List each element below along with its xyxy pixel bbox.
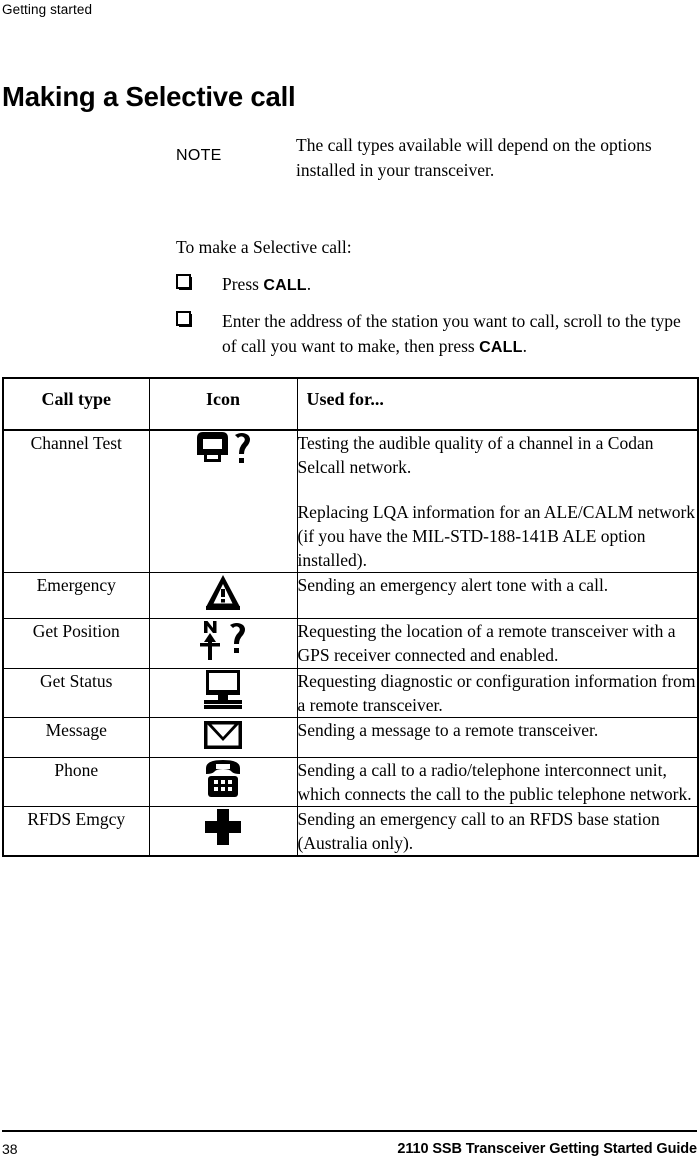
envelope-icon — [201, 718, 245, 757]
footer-divider — [2, 1130, 697, 1132]
medical-cross-icon — [203, 807, 243, 852]
steps-list: Press CALL. Enter the address of the sta… — [176, 272, 697, 367]
computer-monitor-icon — [198, 669, 248, 716]
telephone-icon — [200, 758, 246, 805]
intro-text: To make a Selective call: — [176, 237, 352, 257]
call-key-label: CALL — [263, 277, 307, 294]
cell-call-type: Channel Test — [2, 429, 150, 573]
warning-triangle-icon — [203, 573, 243, 618]
used-for-paragraph: Testing the audible quality of a channel… — [297, 433, 654, 477]
cell-used-for: Sending a call to a radio/telephone inte… — [296, 757, 699, 807]
compass-north-question-icon — [196, 619, 250, 668]
used-for-paragraph: Sending an emergency alert tone with a c… — [297, 575, 609, 595]
table-row: Phone Sending a call to a radio/telephon… — [2, 757, 699, 807]
cell-call-type: Get Position — [2, 618, 150, 669]
used-for-paragraph: Sending a message to a remote transceive… — [297, 720, 599, 740]
step-text-before: Enter the address of the station you wan… — [222, 311, 681, 356]
table-row: Message Sending a message to a remote tr… — [2, 717, 699, 758]
cell-icon — [148, 757, 298, 807]
list-item: Press CALL. — [176, 272, 697, 302]
cell-used-for: Requesting diagnostic or configuration i… — [296, 668, 699, 718]
column-header-used-for: Used for... — [296, 377, 699, 431]
table-row: RFDS Emgcy Sending an emergency call to … — [2, 806, 699, 857]
cell-icon — [148, 618, 298, 669]
footer-page-number: 38 — [2, 1141, 18, 1157]
call-types-table: Call type Icon Used for... Channel Test — [2, 377, 699, 857]
cell-used-for: Sending an emergency alert tone with a c… — [296, 572, 699, 619]
table-row: Channel Test Testing the audible quality — [2, 429, 699, 573]
cell-used-for: Requesting the location of a remote tran… — [296, 618, 699, 669]
list-item: Enter the address of the station you wan… — [176, 309, 697, 360]
page-title: Making a Selective call — [2, 81, 296, 113]
note-text: The call types available will depend on … — [296, 135, 652, 180]
square-bullet-icon — [176, 274, 192, 290]
table-row: Get Status Requesting diagnostic or conf — [2, 668, 699, 718]
used-for-paragraph: Replacing LQA information for an ALE/CAL… — [297, 502, 696, 570]
cell-icon — [148, 806, 298, 857]
cell-call-type: RFDS Emgcy — [2, 806, 150, 857]
cell-call-type: Get Status — [2, 668, 150, 718]
cell-icon — [148, 429, 298, 573]
used-for-paragraph: Requesting the location of a remote tran… — [297, 621, 676, 665]
step-text: Enter the address of the station you wan… — [222, 309, 697, 360]
cell-icon — [148, 572, 298, 619]
step-text-after: . — [522, 336, 527, 356]
table-row: Get Position Requesting the location of — [2, 618, 699, 669]
table-header-row: Call type Icon Used for... — [2, 377, 699, 431]
cell-call-type: Phone — [2, 757, 150, 807]
column-header-icon: Icon — [148, 377, 298, 431]
table-row: Emergency Sending an emergency alert ton — [2, 572, 699, 619]
square-bullet-icon — [176, 311, 192, 327]
document-page: Getting started Making a Selective call … — [0, 0, 699, 1164]
used-for-paragraph: Requesting diagnostic or configuration i… — [297, 671, 696, 715]
cell-used-for: Sending an emergency call to an RFDS bas… — [296, 806, 699, 857]
column-header-call-type: Call type — [2, 377, 150, 431]
step-text-before: Press — [222, 274, 264, 294]
used-for-paragraph: Sending a call to a radio/telephone inte… — [297, 760, 692, 804]
note-label: NOTE — [176, 147, 222, 164]
cell-used-for: Sending a message to a remote transceive… — [296, 717, 699, 758]
used-for-paragraph: Sending an emergency call to an RFDS bas… — [297, 809, 660, 853]
footer-guide-title: 2110 SSB Transceiver Getting Started Gui… — [397, 1141, 697, 1157]
cell-used-for: Testing the audible quality of a channel… — [296, 429, 699, 573]
cell-icon — [148, 717, 298, 758]
step-text: Press CALL. — [222, 272, 697, 298]
cell-call-type: Emergency — [2, 572, 150, 619]
running-header: Getting started — [2, 2, 93, 17]
transceiver-question-icon — [194, 431, 252, 478]
call-key-label: CALL — [479, 339, 523, 356]
cell-call-type: Message — [2, 717, 150, 758]
cell-icon — [148, 668, 298, 718]
step-text-after: . — [306, 274, 312, 294]
